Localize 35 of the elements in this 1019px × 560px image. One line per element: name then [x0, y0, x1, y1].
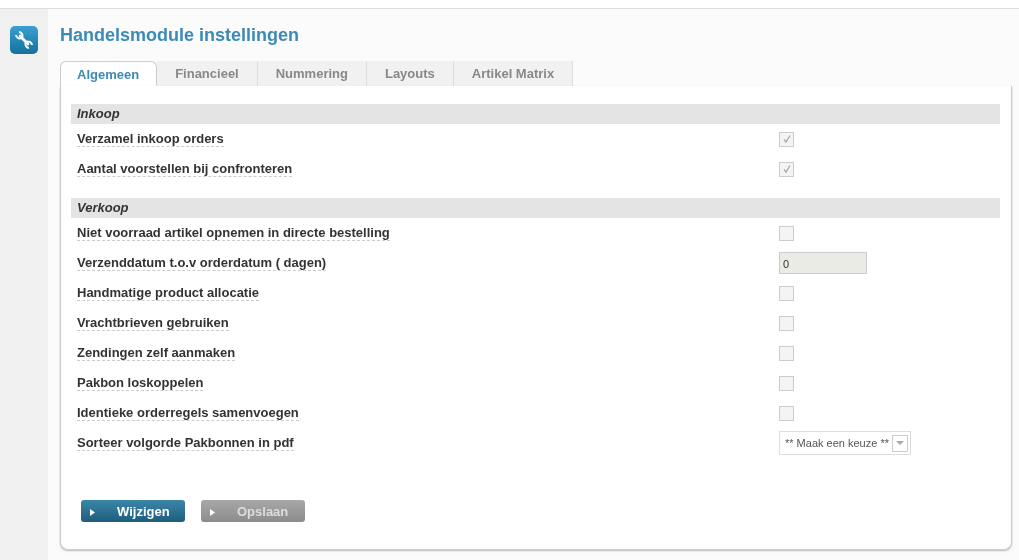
setting-label: Verzenddatum t.o.v orderdatum ( dagen)	[77, 255, 327, 271]
setting-label: Vrachtbrieven gebruiken	[77, 315, 229, 331]
checkbox[interactable]	[779, 375, 794, 391]
checkbox[interactable]	[779, 225, 794, 241]
check-icon	[781, 164, 792, 174]
page-title: Handelsmodule instellingen	[60, 25, 301, 47]
setting-label: Pakbon loskoppelen	[77, 375, 204, 391]
tab[interactable]: Financieel	[157, 61, 258, 87]
checkbox[interactable]	[779, 345, 794, 361]
wrench-icon	[10, 26, 38, 54]
tab[interactable]: Nummering	[257, 61, 367, 87]
checkbox[interactable]	[779, 315, 794, 331]
checkbox[interactable]	[779, 161, 794, 177]
setting-label: Identieke orderregels samenvoegen	[77, 405, 299, 421]
checkbox[interactable]	[779, 131, 794, 147]
arrow-icon	[210, 508, 215, 516]
checkbox[interactable]	[779, 285, 794, 301]
section-header: Inkoop	[71, 104, 1000, 124]
checkbox[interactable]	[779, 405, 794, 421]
caret-icon	[895, 440, 904, 446]
setting-label: Aantal voorstellen bij confronteren	[77, 161, 293, 177]
edit-button[interactable]: Wijzigen	[81, 500, 185, 522]
number-field[interactable]: 0	[779, 252, 867, 274]
arrow-icon	[90, 508, 95, 516]
setting-label: Handmatige product allocatie	[77, 285, 260, 301]
dropdown[interactable]: ** Maak een keuze **	[779, 431, 911, 455]
setting-label: Zendingen zelf aanmaken	[77, 345, 236, 361]
setting-label: Sorteer volgorde Pakbonnen in pdf	[77, 435, 294, 451]
tab[interactable]: Artikel Matrix	[453, 61, 574, 87]
tab[interactable]: Algemeen	[60, 61, 158, 88]
setting-label: Niet voorraad artikel opnemen in directe bestelling	[77, 225, 390, 241]
tab[interactable]: Layouts	[366, 61, 454, 87]
setting-label: Verzamel inkoop orders	[77, 131, 224, 147]
check-icon	[781, 134, 792, 144]
section-header: Verkoop	[71, 198, 1000, 218]
